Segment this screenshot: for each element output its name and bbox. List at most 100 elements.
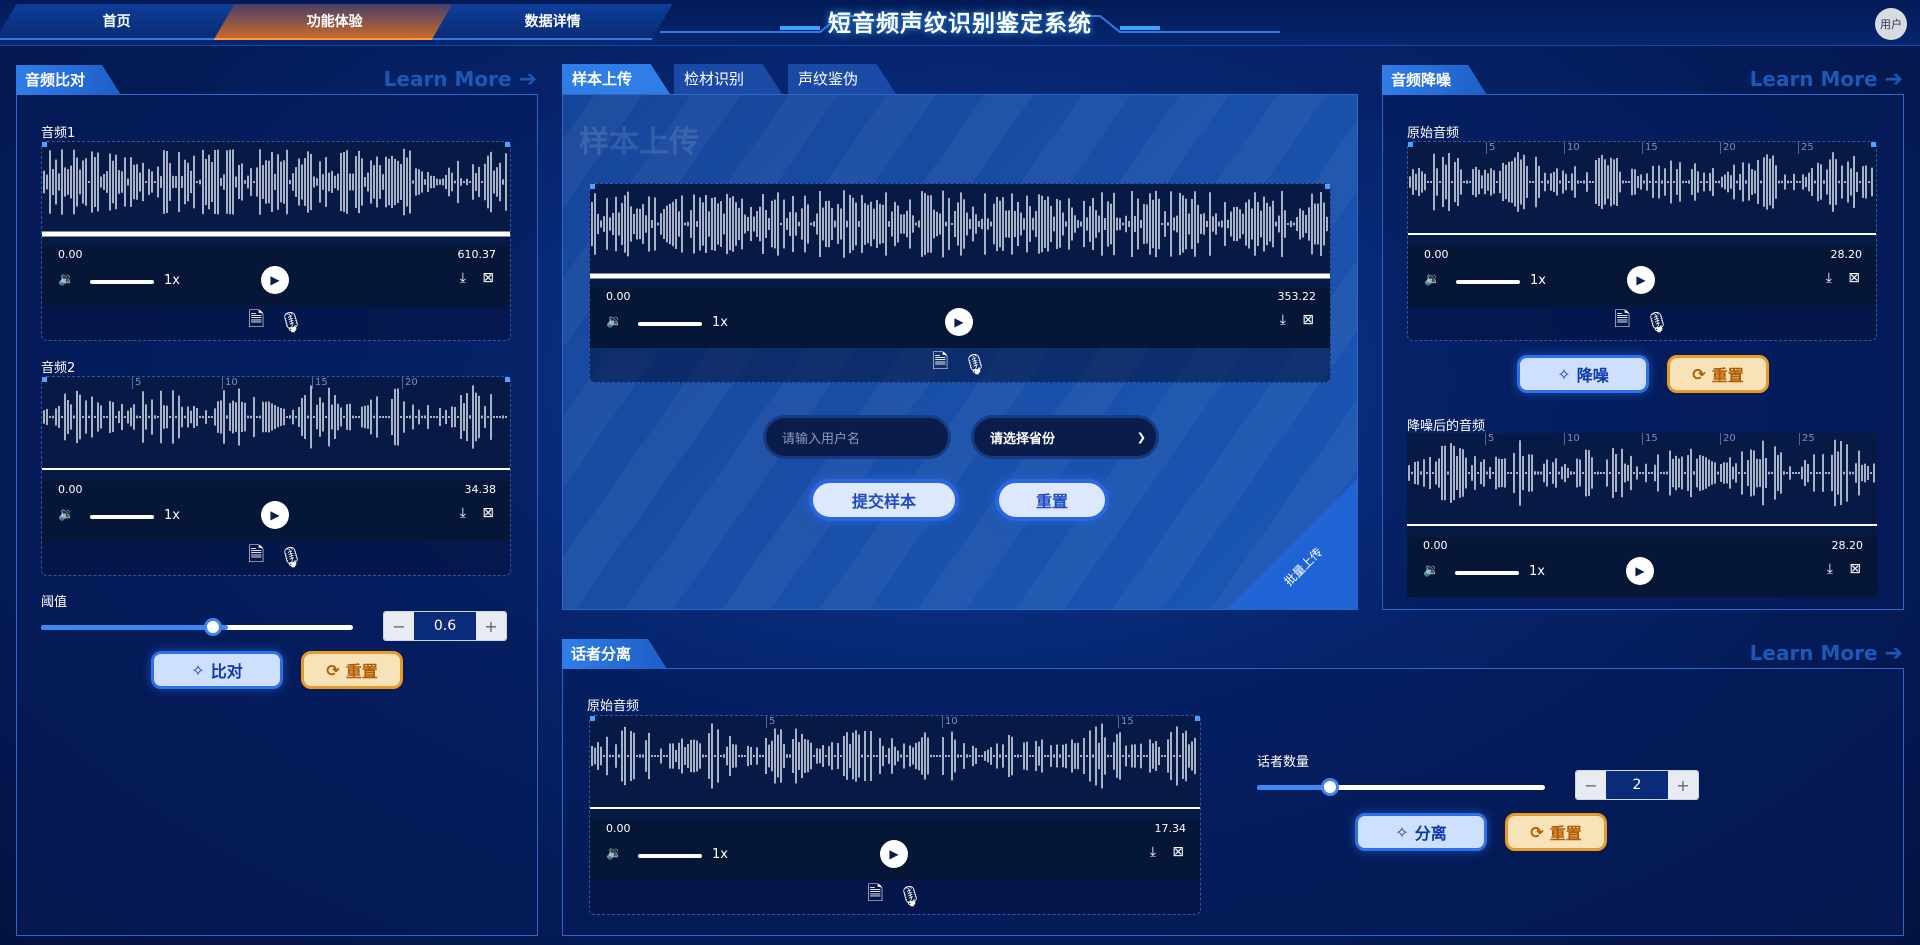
playback-rate[interactable]: 1x xyxy=(164,273,180,288)
audio1-label: 音频1 xyxy=(41,126,76,141)
arrow-right-icon: ➔ xyxy=(1884,67,1903,92)
reset-button[interactable]: ⟳ 重置 xyxy=(1505,813,1607,851)
tab-voiceprint-forgery[interactable]: 声纹鉴伪 xyxy=(788,64,896,94)
playback-rate[interactable]: 1x xyxy=(1529,564,1545,579)
screen-icon[interactable]: ⊠ xyxy=(482,505,494,521)
play-icon: ▶ xyxy=(954,315,964,329)
player-controls: 0.00 34.38 🔉 1x ▶ ⤓ ⊠ xyxy=(42,481,510,541)
mic-icon[interactable]: 🎙 xyxy=(1644,310,1669,334)
download-icon[interactable]: ⤓ xyxy=(1280,312,1286,328)
waveform[interactable]: 5 10 15 20 25 xyxy=(1408,142,1876,246)
volume-icon[interactable]: 🔉 xyxy=(58,272,74,287)
music-file-icon[interactable]: 🗎 xyxy=(932,347,948,381)
music-file-icon[interactable]: 🗎 xyxy=(1614,305,1630,339)
download-icon[interactable]: ⤓ xyxy=(1826,270,1832,286)
speaker-count-stepper[interactable]: − 2 + xyxy=(1575,770,1699,800)
learn-more-link[interactable]: Learn More ➔ xyxy=(1750,67,1903,92)
player-footer: 🗎 🎙 xyxy=(42,304,510,340)
volume-slider[interactable] xyxy=(1455,571,1519,575)
play-button[interactable]: ▶ xyxy=(1626,557,1654,585)
music-file-icon[interactable]: 🗎 xyxy=(248,305,264,339)
threshold-value[interactable]: 0.6 xyxy=(414,612,476,640)
reset-button[interactable]: ⟳ 重置 xyxy=(1667,355,1769,393)
speaker-slider-fill xyxy=(1257,785,1329,790)
play-icon: ▶ xyxy=(889,847,899,861)
screen-icon[interactable]: ⊠ xyxy=(1172,844,1184,860)
start-time: 0.00 xyxy=(58,248,83,261)
volume-slider[interactable] xyxy=(638,322,702,326)
learn-more-link[interactable]: Learn More ➔ xyxy=(1750,641,1903,666)
submit-sample-button[interactable]: 提交样本 xyxy=(809,479,959,521)
volume-icon[interactable]: 🔉 xyxy=(606,314,622,329)
mic-icon[interactable]: 🎙 xyxy=(278,545,303,569)
player-controls: 0.00 610.37 🔉 1x ▶ ⤓ ⊠ xyxy=(42,246,510,306)
sparkle-icon: ✧ xyxy=(1557,364,1571,384)
decrement-button[interactable]: − xyxy=(384,612,414,640)
music-file-icon[interactable]: 🗎 xyxy=(867,879,883,913)
user-avatar[interactable]: 用户 xyxy=(1875,8,1907,40)
increment-button[interactable]: + xyxy=(476,612,506,640)
play-button[interactable]: ▶ xyxy=(1627,266,1655,294)
screen-icon[interactable]: ⊠ xyxy=(482,270,494,286)
waveform[interactable] xyxy=(590,184,1330,288)
separate-button[interactable]: ✧ 分离 xyxy=(1355,813,1487,851)
waveform[interactable]: 5 10 15 20 xyxy=(42,377,510,481)
waveform[interactable]: 5 10 15 20 25 xyxy=(1407,433,1877,537)
mic-icon[interactable]: 🎙 xyxy=(897,884,922,908)
volume-slider[interactable] xyxy=(90,280,154,284)
original-audio-label: 原始音频 xyxy=(587,699,640,714)
tab-material-recognition[interactable]: 检材识别 xyxy=(674,64,782,94)
playback-rate[interactable]: 1x xyxy=(1530,273,1546,288)
sample-upload-panel: 批量上传 样本上传 检材识别 声纹鉴伪 样本上传 0.00 353.22 🔉 1… xyxy=(562,64,1358,610)
volume-icon[interactable]: 🔉 xyxy=(58,507,74,522)
volume-icon[interactable]: 🔉 xyxy=(1423,563,1439,578)
reset-button[interactable]: ⟳ 重置 xyxy=(301,651,403,689)
speaker-slider-knob[interactable] xyxy=(1321,778,1339,796)
volume-slider[interactable] xyxy=(90,515,154,519)
play-icon: ▶ xyxy=(1636,273,1646,287)
tab-sample-upload[interactable]: 样本上传 xyxy=(562,64,670,94)
screen-icon[interactable]: ⊠ xyxy=(1302,312,1314,328)
learn-more-link[interactable]: Learn More ➔ xyxy=(384,67,537,92)
end-time: 28.20 xyxy=(1830,248,1863,261)
volume-icon[interactable]: 🔉 xyxy=(1424,272,1440,287)
player-footer: 🗎 🎙 xyxy=(590,878,1200,914)
download-icon[interactable]: ⤓ xyxy=(460,505,466,521)
reset-button[interactable]: 重置 xyxy=(995,479,1109,521)
playback-rate[interactable]: 1x xyxy=(712,315,728,330)
denoise-button[interactable]: ✧ 降噪 xyxy=(1517,355,1649,393)
volume-slider[interactable] xyxy=(638,854,702,858)
username-input[interactable]: 请输入用户名 xyxy=(763,415,951,459)
top-nav-bar: 首页 功能体验 数据详情 短音频声纹识别鉴定系统 用户 xyxy=(0,0,1920,46)
increment-button[interactable]: + xyxy=(1668,771,1698,799)
play-button[interactable]: ▶ xyxy=(261,266,289,294)
player-footer: 🗎 🎙 xyxy=(590,346,1330,382)
play-icon: ▶ xyxy=(270,273,280,287)
music-file-icon[interactable]: 🗎 xyxy=(248,540,264,574)
playback-rate[interactable]: 1x xyxy=(164,508,180,523)
waveform[interactable] xyxy=(42,142,510,246)
volume-slider[interactable] xyxy=(1456,280,1520,284)
decrement-button[interactable]: − xyxy=(1576,771,1606,799)
volume-icon[interactable]: 🔉 xyxy=(606,846,622,861)
mic-icon[interactable]: 🎙 xyxy=(962,352,987,376)
play-button[interactable]: ▶ xyxy=(880,840,908,868)
screen-icon[interactable]: ⊠ xyxy=(1849,561,1861,577)
mic-icon[interactable]: 🎙 xyxy=(278,310,303,334)
play-button[interactable]: ▶ xyxy=(945,308,973,336)
province-select[interactable]: 请选择省份 ❯ xyxy=(971,415,1159,459)
play-button[interactable]: ▶ xyxy=(261,501,289,529)
threshold-slider-knob[interactable] xyxy=(204,618,222,636)
download-icon[interactable]: ⤓ xyxy=(1150,844,1156,860)
download-icon[interactable]: ⤓ xyxy=(1827,561,1833,577)
speaker-count-value[interactable]: 2 xyxy=(1606,771,1668,799)
waveform[interactable]: 5 10 15 xyxy=(590,716,1200,820)
audio-compare-panel: 音频比对 Learn More ➔ 音频1 0.00 610.37 🔉 1x ▶… xyxy=(16,65,538,936)
original-audio-label: 原始音频 xyxy=(1407,126,1460,141)
playback-rate[interactable]: 1x xyxy=(712,847,728,862)
threshold-stepper[interactable]: − 0.6 + xyxy=(383,611,507,641)
download-icon[interactable]: ⤓ xyxy=(460,270,466,286)
compare-button[interactable]: ✧ 比对 xyxy=(151,651,283,689)
end-time: 610.37 xyxy=(457,248,497,261)
screen-icon[interactable]: ⊠ xyxy=(1848,270,1860,286)
